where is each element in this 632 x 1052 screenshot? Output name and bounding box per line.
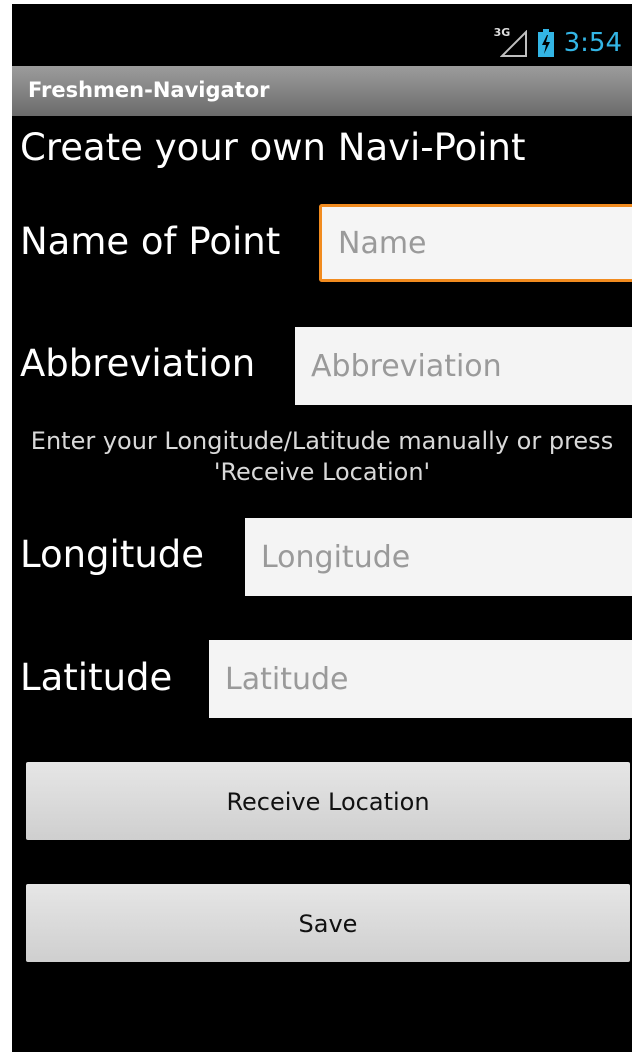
battery-charging-icon xyxy=(537,29,554,57)
latitude-field[interactable] xyxy=(209,640,632,718)
location-hint: Enter your Longitude/Latitude manually o… xyxy=(30,427,614,486)
status-icons: 3G 3:54 xyxy=(494,26,622,60)
abbreviation-label: Abbreviation xyxy=(20,342,256,385)
page-title: Create your own Navi-Point xyxy=(20,126,526,169)
receive-location-button[interactable]: Receive Location xyxy=(26,762,630,840)
abbreviation-field[interactable] xyxy=(295,327,632,405)
status-bar: 3G 3:54 xyxy=(12,4,632,66)
signal-icon: 3G xyxy=(494,26,528,58)
title-bar: Freshmen-Navigator xyxy=(12,66,632,116)
app-screen: 3G 3:54 Freshmen-Navigator Create your o… xyxy=(12,4,632,1052)
latitude-input[interactable] xyxy=(209,640,632,718)
longitude-input[interactable] xyxy=(245,518,632,596)
abbreviation-input[interactable] xyxy=(295,327,632,405)
name-input[interactable] xyxy=(322,207,632,279)
name-label: Name of Point xyxy=(20,220,281,263)
latitude-label: Latitude xyxy=(20,656,173,699)
save-button[interactable]: Save xyxy=(26,884,630,962)
longitude-field[interactable] xyxy=(245,518,632,596)
longitude-label: Longitude xyxy=(20,533,205,576)
clock: 3:54 xyxy=(563,28,622,58)
name-field[interactable] xyxy=(319,204,632,282)
app-title: Freshmen-Navigator xyxy=(28,78,270,102)
